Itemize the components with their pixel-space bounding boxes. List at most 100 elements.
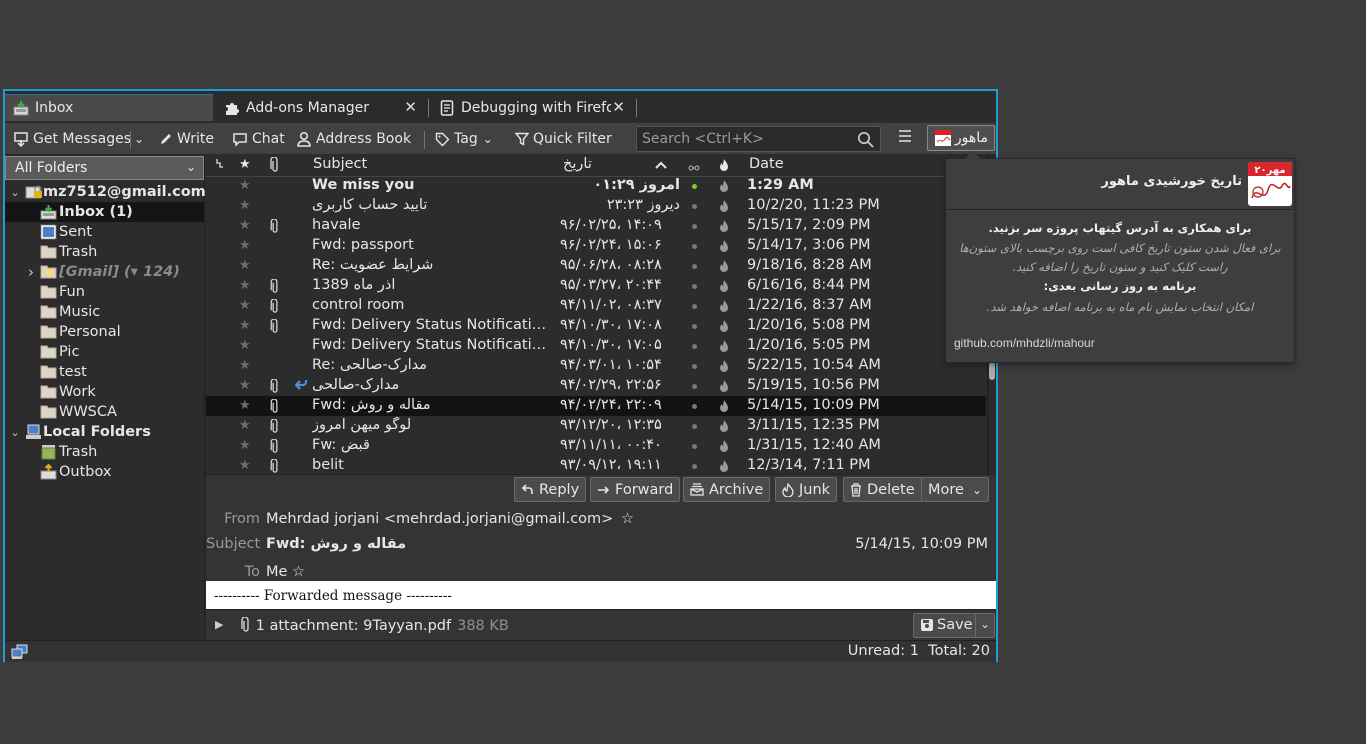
message-row[interactable]: ★ تایید حساب کاربری دیروز ۲۳:۲۳ 10/2/20, 11… [206,196,986,216]
junk-status-icon[interactable] [719,379,729,397]
star-icon[interactable]: ★ [239,298,251,313]
star-column-icon[interactable]: ★ [239,157,251,172]
delete-button[interactable]: Delete [843,477,922,502]
read-status-dot[interactable] [692,364,697,369]
forward-button[interactable]: Forward [590,477,681,502]
message-row[interactable]: ★ Fwd: مقاله و روش ۹۴/۰۲/۲۴، ۲۲:۰۹ 5/14/15,… [206,396,986,416]
online-status-icon[interactable] [11,644,29,663]
address-book-button[interactable]: Address Book [296,128,411,150]
read-status-dot[interactable] [692,264,697,269]
star-icon[interactable]: ★ [239,198,251,213]
star-icon[interactable]: ★ [239,338,251,353]
folder-item[interactable]: Inbox (1) [5,202,204,222]
to-value[interactable]: Me ☆ [266,564,305,580]
folder-item[interactable]: Pic [5,342,204,362]
junk-status-icon[interactable] [719,319,729,337]
junk-status-icon[interactable] [719,219,729,237]
tab-inbox[interactable]: Inbox [5,94,213,121]
read-status-dot[interactable] [692,444,697,449]
junk-status-icon[interactable] [719,399,729,417]
folder-item[interactable]: Trash [5,242,204,262]
junk-status-icon[interactable] [719,419,729,437]
close-tab-icon[interactable]: ✕ [404,98,417,116]
read-status-dot[interactable] [692,344,697,349]
folder-item[interactable]: ⌄ mz7512@gmail.com [5,182,205,202]
scrollbar-thumb[interactable] [989,362,995,380]
junk-button[interactable]: Junk [775,477,838,502]
message-row[interactable]: ★ belit ۹۳/۰۹/۱۲، ۱۹:۱۱ 12/3/14, 7:11 PM [206,456,986,476]
message-row[interactable]: ★ Re: مدارک-صالحی ۹۴/۰۳/۰۱، ۱۰:۵۴ 5/22/15, … [206,356,986,376]
message-row[interactable]: ★ Fwd: Delivery Status Notification (Fail… [206,316,986,336]
star-icon[interactable]: ★ [239,418,251,433]
star-icon[interactable]: ★ [239,178,251,193]
save-dropdown-chevron-icon[interactable]: ⌄ [980,617,990,631]
junk-status-icon[interactable] [719,239,729,257]
folder-item[interactable]: ⌄ Local Folders [5,422,204,442]
message-row[interactable]: ★ مدارک-صالحی ۹۴/۰۲/۲۹، ۲۲:۵۶ 5/19/15, 10:5… [206,376,986,396]
read-status-dot[interactable] [692,464,697,469]
star-icon[interactable]: ★ [239,378,251,393]
message-row[interactable]: ★ آذر ماه 1389 ۹۵/۰۳/۲۷، ۲۰:۴۴ 6/16/16, 8:4… [206,276,986,296]
message-row[interactable]: ★ Fwd: passport ۹۶/۰۲/۲۴، ۱۵:۰۶ 5/14/17, 3:… [206,236,986,256]
get-messages-dropdown[interactable]: ⌄ [134,128,144,150]
get-messages-button[interactable]: Get Messages [13,128,131,150]
read-status-dot[interactable] [692,224,697,229]
star-icon[interactable]: ★ [239,458,251,473]
star-outline-icon[interactable]: ☆ [621,511,634,527]
github-link[interactable]: github.com/mhdzli/mahour [954,336,1095,350]
search-input[interactable]: Search <Ctrl+K> [636,126,881,152]
app-menu-button[interactable] [898,129,912,147]
folder-item[interactable]: Trash [5,442,204,462]
junk-status-icon[interactable] [719,439,729,457]
from-value[interactable]: Mehrdad jorjani <mehrdad.jorjani@gmail.c… [266,511,634,527]
read-status-dot[interactable] [692,304,697,309]
junk-status-icon[interactable] [719,299,729,317]
junk-column-icon[interactable] [719,158,729,176]
folder-item[interactable]: Fun [5,282,204,302]
junk-status-icon[interactable] [719,259,729,277]
archive-button[interactable]: Archive [683,477,771,502]
read-status-dot[interactable] [692,404,697,409]
star-icon[interactable]: ★ [239,218,251,233]
message-row[interactable]: ★ Re: شرایط عضویت ۹۵/۰۶/۲۸، ۰۸:۲۸ 9/18/16, … [206,256,986,276]
star-icon[interactable]: ★ [239,358,251,373]
star-icon[interactable]: ★ [239,438,251,453]
folder-item[interactable]: Outbox [5,462,204,482]
junk-status-icon[interactable] [719,199,729,217]
tab-addons-manager[interactable]: Add-ons Manager ✕ [216,94,423,121]
read-status-dot[interactable] [692,384,697,389]
reply-button[interactable]: Reply [514,477,587,502]
message-row[interactable]: ★ control room ۹۴/۱۱/۰۲، ۰۸:۳۷ 1/22/16, 8:3… [206,296,986,316]
read-status-dot[interactable] [692,324,697,329]
tab-debugging-firefox[interactable]: Debugging with Firefox ✕ [431,94,631,121]
junk-status-icon[interactable] [719,179,729,197]
folder-item[interactable]: › [Gmail] (▾ 124) [5,262,204,282]
message-row[interactable]: ★ Fwd: Delivery Status Notification (Fail… [206,336,986,356]
folder-item[interactable]: Work [5,382,204,402]
attachment-summary[interactable]: 1 attachment: 9Tayyan.pdf 388 KB [241,616,509,634]
attachment-column-icon[interactable] [270,156,280,177]
message-row[interactable]: ★ Fw: قبض ۹۳/۱۱/۱۱، ۰۰:۴۰ 1/31/15, 12:40 AM [206,436,986,456]
star-icon[interactable]: ★ [239,238,251,253]
star-icon[interactable]: ★ [239,318,251,333]
more-button[interactable]: More ⌄ [921,477,990,502]
read-status-dot[interactable] [692,244,697,249]
junk-status-icon[interactable] [719,339,729,357]
tag-button[interactable]: Tag ⌄ [435,128,493,150]
junk-status-icon[interactable] [719,359,729,377]
read-status-dot[interactable] [692,284,697,289]
quick-filter-button[interactable]: Quick Filter [515,128,612,150]
collapse-twisty-icon[interactable]: ⌄ [9,426,21,439]
star-icon[interactable]: ★ [239,278,251,293]
junk-status-icon[interactable] [719,279,729,297]
close-tab-icon[interactable]: ✕ [612,98,625,116]
read-status-dot[interactable] [692,424,697,429]
write-button[interactable]: Write [159,128,214,150]
star-icon[interactable]: ★ [239,398,251,413]
message-row[interactable]: ★ havale ۹۶/۰۲/۲۵، ۱۴:۰۹ 5/15/17, 2:09 PM [206,216,986,236]
expand-twisty-icon[interactable]: › [25,263,37,281]
mahour-addon-button[interactable]: ماهور [927,125,995,151]
read-status-dot[interactable] [692,204,697,209]
folder-item[interactable]: test [5,362,204,382]
column-subject[interactable]: Subject [313,156,367,172]
